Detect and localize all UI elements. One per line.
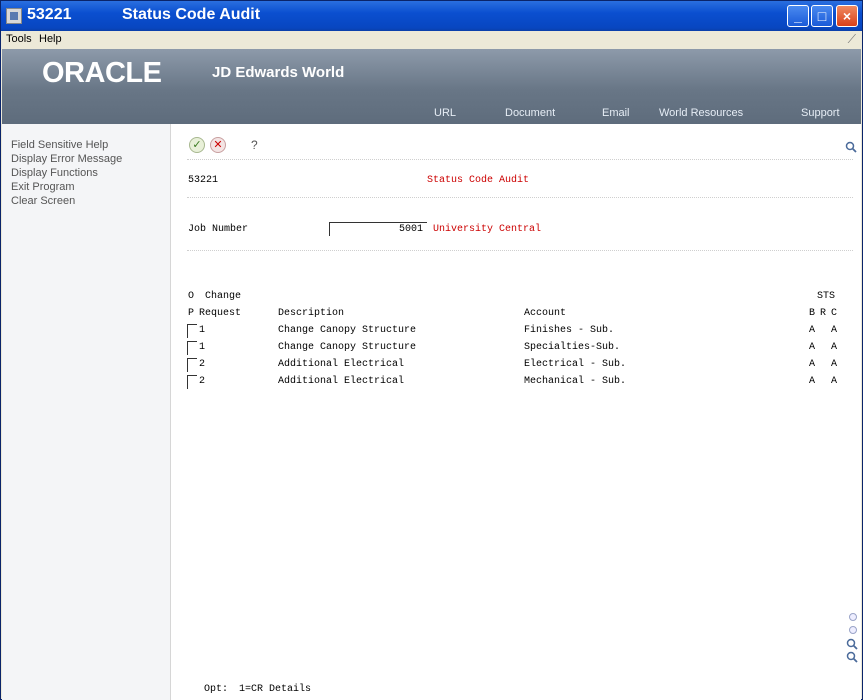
row-option-input[interactable] — [187, 324, 197, 338]
row-option-input[interactable] — [187, 375, 197, 389]
help-icon[interactable]: ? — [251, 138, 258, 152]
search-icon[interactable] — [846, 638, 858, 650]
sidebar-item-clear-screen[interactable]: Clear Screen — [11, 195, 75, 207]
resize-grip-icon: ⟋ — [847, 32, 856, 46]
page-down-icon[interactable] — [849, 626, 857, 634]
row-sts-c: A — [831, 376, 838, 387]
row-sts-b: A — [809, 325, 816, 336]
header-sts: STS — [817, 291, 836, 302]
row-sts-b: A — [809, 359, 816, 370]
header-c: C — [831, 308, 838, 319]
header-description: Description — [278, 308, 345, 319]
row-request: 1 — [199, 325, 206, 336]
product-name: JD Edwards World — [212, 64, 345, 81]
row-request: 2 — [199, 376, 206, 387]
row-description: Change Canopy Structure — [278, 342, 417, 353]
row-account: Mechanical - Sub. — [524, 376, 627, 387]
row-sts-c: A — [831, 359, 838, 370]
row-sts-c: A — [831, 325, 838, 336]
sidebar-item-exit-program[interactable]: Exit Program — [11, 181, 75, 193]
row-description: Additional Electrical — [278, 359, 405, 370]
function-sidebar: Field Sensitive Help Display Error Messa… — [2, 124, 171, 700]
opt-text: 1=CR Details — [239, 684, 312, 695]
header-r: R — [820, 308, 827, 319]
header-account: Account — [524, 308, 567, 319]
menu-bar: Tools Help ⟋ — [1, 31, 862, 49]
job-number-value: 5001 — [398, 224, 423, 235]
sidebar-item-error-message[interactable]: Display Error Message — [11, 153, 122, 165]
program-id: 53221 — [188, 175, 219, 186]
form-area: ✓ ✕ ? 53221 Status Code Audit Job Number… — [171, 124, 861, 700]
job-number-field[interactable]: 5001 — [329, 222, 427, 236]
row-option-input[interactable] — [187, 341, 197, 355]
job-number-label: Job Number — [188, 224, 249, 235]
row-account: Finishes - Sub. — [524, 325, 615, 336]
row-account: Electrical - Sub. — [524, 359, 627, 370]
menu-help[interactable]: Help — [39, 33, 62, 45]
link-document[interactable]: Document — [505, 107, 555, 119]
opt-label: Opt: — [204, 684, 229, 695]
minimize-button[interactable]: _ — [787, 5, 809, 27]
header-request: Request — [199, 308, 242, 319]
sidebar-item-field-help[interactable]: Field Sensitive Help — [11, 139, 108, 151]
window-title: Status Code Audit — [122, 6, 261, 23]
app-icon[interactable] — [6, 8, 22, 24]
accept-check-icon[interactable]: ✓ — [189, 137, 205, 153]
header-o: O — [188, 291, 195, 302]
divider — [187, 250, 853, 251]
row-request: 1 — [199, 342, 206, 353]
cancel-x-icon[interactable]: ✕ — [210, 137, 226, 153]
title-bar[interactable]: 53221 Status Code Audit _ □ × — [1, 1, 862, 31]
form-title: Status Code Audit — [427, 175, 530, 186]
row-description: Additional Electrical — [278, 376, 405, 387]
header-b: B — [809, 308, 816, 319]
page-up-icon[interactable] — [849, 613, 857, 621]
menu-tools[interactable]: Tools — [6, 33, 32, 45]
oracle-logo: ORACLE — [42, 57, 162, 89]
application-window: 53221 Status Code Audit _ □ × Tools Help… — [0, 0, 863, 700]
row-account: Specialties-Sub. — [524, 342, 621, 353]
search-icon[interactable] — [845, 141, 857, 153]
link-url[interactable]: URL — [434, 107, 456, 119]
row-option-input[interactable] — [187, 358, 197, 372]
link-support[interactable]: Support — [801, 107, 840, 119]
job-description: University Central — [433, 224, 542, 235]
header-banner: ORACLE JD Edwards World URL Document Ema… — [2, 49, 861, 124]
divider — [187, 159, 853, 160]
zoom-icon[interactable] — [846, 651, 858, 663]
sidebar-item-display-functions[interactable]: Display Functions — [11, 167, 98, 179]
link-world-resources[interactable]: World Resources — [659, 107, 743, 119]
row-request: 2 — [199, 359, 206, 370]
close-button[interactable]: × — [836, 5, 858, 27]
link-email[interactable]: Email — [602, 107, 630, 119]
header-change: Change — [205, 291, 242, 302]
window-code: 53221 — [27, 6, 72, 23]
row-sts-c: A — [831, 342, 838, 353]
row-sts-b: A — [809, 376, 816, 387]
maximize-button[interactable]: □ — [811, 5, 833, 27]
row-sts-b: A — [809, 342, 816, 353]
header-p: P — [188, 308, 195, 319]
divider — [187, 197, 853, 198]
row-description: Change Canopy Structure — [278, 325, 417, 336]
